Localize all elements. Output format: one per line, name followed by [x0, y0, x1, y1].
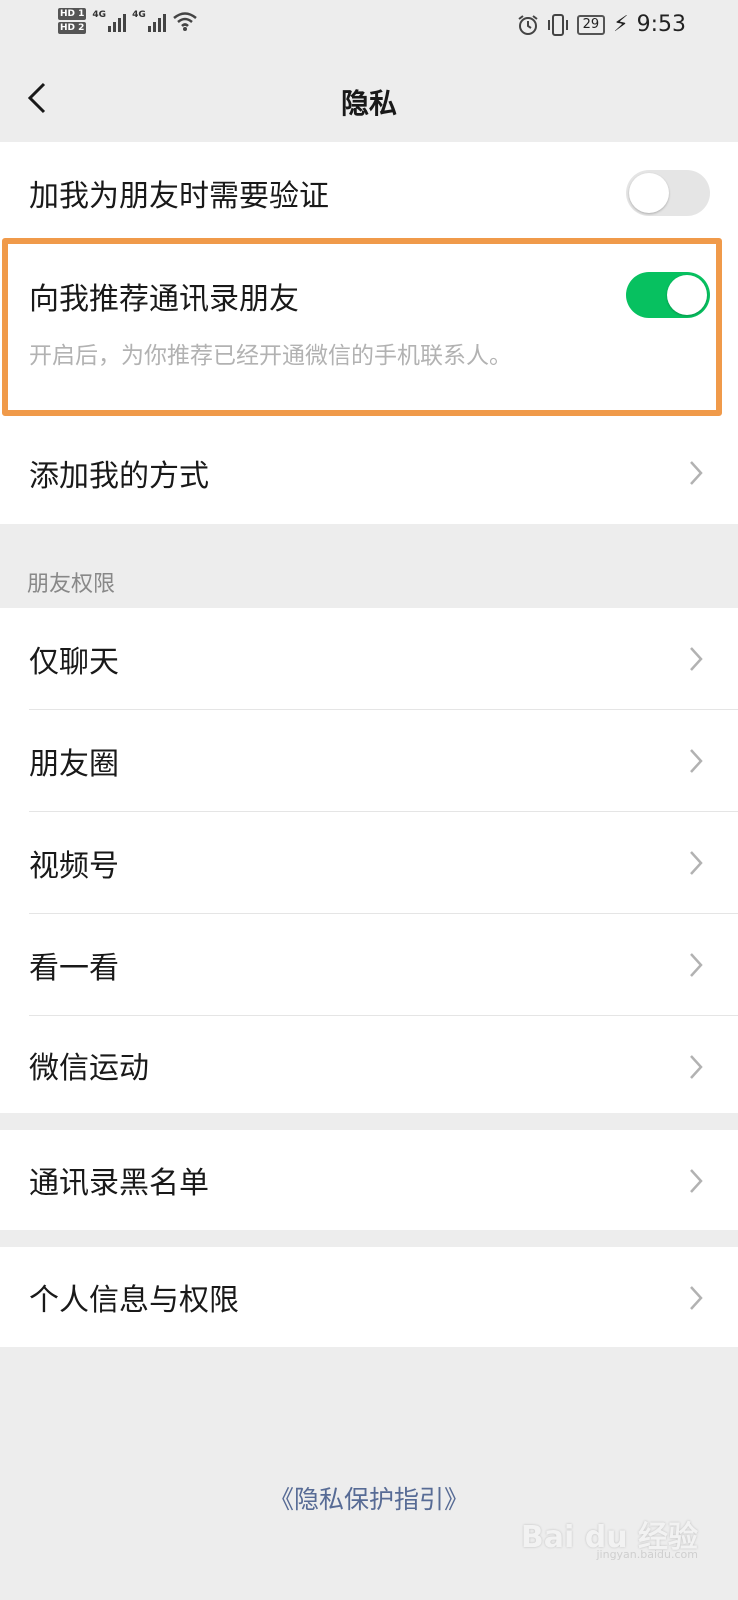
privacy-guide-link[interactable]: 《隐私保护指引》: [0, 1480, 738, 1516]
status-bar: HD 1 HD 2 4G 4G 29 ⚡ 9:53: [0, 0, 738, 56]
chevron-right-icon: [690, 1055, 703, 1079]
chevron-right-icon: [690, 461, 703, 485]
hd-indicators: HD 1 HD 2: [58, 8, 87, 34]
personal-info-label: 个人信息与权限: [29, 1283, 239, 1318]
add-methods-row[interactable]: 添加我的方式: [0, 422, 738, 524]
item-label: 微信运动: [29, 1050, 149, 1086]
vibrate-icon: [547, 13, 568, 36]
list-item[interactable]: 仅聊天: [0, 608, 738, 710]
blacklist-row[interactable]: 通讯录黑名单: [0, 1130, 738, 1230]
chevron-right-icon: [690, 749, 703, 773]
watermark: Bai du 经验 jingyan.baidu.com: [521, 1512, 698, 1561]
friend-permissions-card: 仅聊天 朋友圈 视频号 看一看 微信运动: [0, 608, 738, 1113]
battery-level: 29: [576, 14, 606, 35]
personal-info-card: 个人信息与权限: [0, 1247, 738, 1347]
chevron-right-icon: [690, 647, 703, 671]
list-item[interactable]: 微信运动: [0, 1016, 738, 1113]
verify-row[interactable]: 加我为朋友时需要验证: [0, 142, 738, 244]
blacklist-card: 通讯录黑名单: [0, 1130, 738, 1230]
highlight-frame: [2, 238, 722, 416]
list-item[interactable]: 视频号: [0, 812, 738, 914]
network2-label: 4G: [132, 10, 146, 20]
list-item[interactable]: 朋友圈: [0, 710, 738, 812]
alarm-icon: [517, 14, 538, 35]
hd1-badge: HD 1: [58, 8, 87, 20]
network1-label: 4G: [92, 10, 107, 20]
blacklist-label: 通讯录黑名单: [29, 1166, 209, 1201]
chevron-right-icon: [690, 851, 703, 875]
signal1-icon: 4G: [92, 10, 127, 32]
add-methods-label: 添加我的方式: [29, 459, 209, 494]
item-label: 视频号: [29, 849, 119, 884]
hd2-badge: HD 2: [58, 22, 87, 34]
chevron-right-icon: [690, 1286, 703, 1310]
item-label: 看一看: [29, 951, 119, 986]
chevron-right-icon: [690, 953, 703, 977]
page-title: 隐私: [340, 87, 397, 120]
status-right: 29 ⚡ 9:53: [517, 12, 686, 37]
personal-info-row[interactable]: 个人信息与权限: [0, 1247, 738, 1347]
section-title: 朋友权限: [27, 572, 116, 597]
watermark-url: jingyan.baidu.com: [596, 1548, 698, 1561]
charging-icon: ⚡: [613, 12, 629, 37]
verify-label: 加我为朋友时需要验证: [29, 179, 329, 214]
wifi-icon: [172, 12, 197, 31]
status-left: HD 1 HD 2 4G 4G: [58, 8, 198, 34]
nav-bar: 隐私: [0, 56, 738, 142]
item-label: 仅聊天: [29, 645, 119, 680]
chevron-right-icon: [690, 1169, 703, 1193]
verify-toggle[interactable]: [626, 170, 710, 216]
list-item[interactable]: 看一看: [0, 914, 738, 1016]
signal2-icon: 4G: [132, 10, 166, 32]
clock: 9:53: [636, 12, 686, 37]
item-label: 朋友圈: [29, 747, 119, 782]
